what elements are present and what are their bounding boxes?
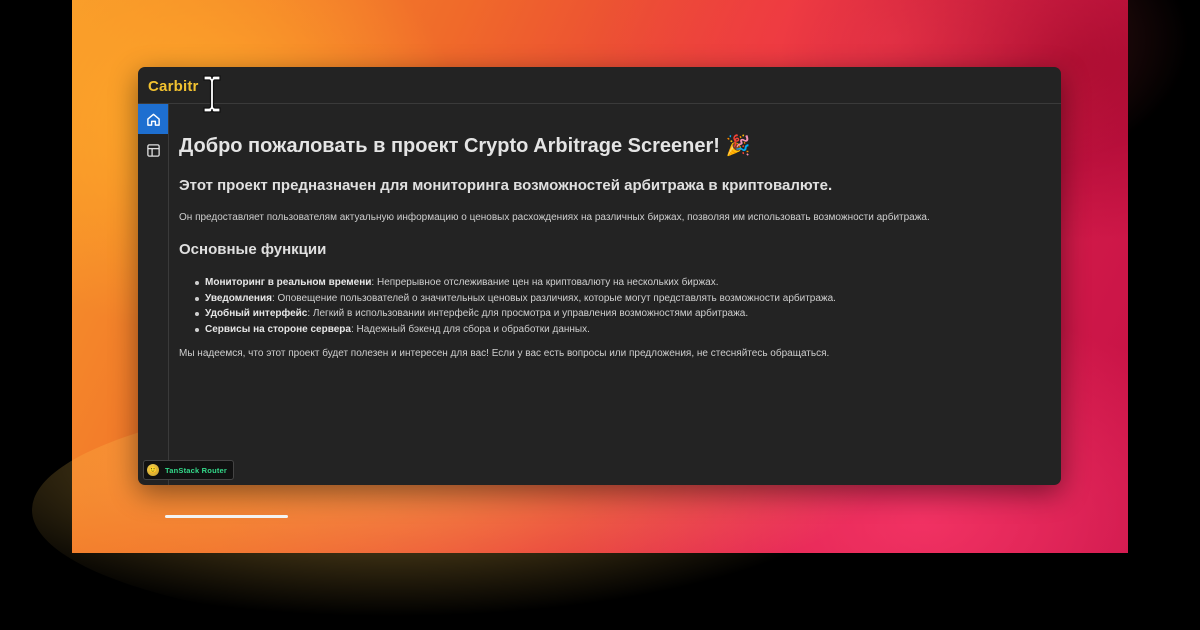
devtools-label: TanStack Router bbox=[165, 465, 228, 475]
page-subtitle: Этот проект предназначен для мониторинга… bbox=[179, 177, 833, 194]
tanstack-router-devtools-button[interactable]: 🙂 TanStack Router bbox=[143, 460, 235, 480]
outro-paragraph: Мы надеемся, что этот проект будет полез… bbox=[179, 348, 830, 359]
feature-name: Мониторинг в реальном времени bbox=[205, 277, 372, 288]
table-icon bbox=[146, 143, 160, 157]
feature-name: Сервисы на стороне сервера bbox=[205, 323, 351, 335]
text-cursor-icon bbox=[203, 75, 221, 113]
sidebar-item-home[interactable] bbox=[138, 104, 168, 134]
tanstack-logo-icon: 🙂 bbox=[147, 464, 159, 476]
home-indicator[interactable] bbox=[165, 515, 288, 518]
list-item: Мониторинг в реальном времени: Непрерывн… bbox=[195, 275, 836, 291]
home-icon bbox=[146, 113, 160, 126]
top-bar: Carbitr bbox=[138, 67, 1061, 113]
feature-desc: : Легкий в использовании интерфейс для п… bbox=[307, 308, 749, 319]
feature-name: Удобный интерфейс bbox=[205, 308, 308, 319]
list-item: Уведомления: Оповещение пользователей о … bbox=[195, 291, 836, 307]
sidebar-item-table[interactable] bbox=[138, 135, 168, 165]
list-item: Удобный интерфейс: Легкий в использовани… bbox=[195, 306, 836, 322]
sidebar bbox=[138, 104, 169, 485]
feature-desc: : Непрерывное отслеживание цен на крипто… bbox=[371, 277, 719, 288]
features-heading: Основные функции bbox=[179, 241, 327, 258]
feature-name: Уведомления bbox=[205, 292, 272, 304]
features-list: Мониторинг в реальном времени: Непрерывн… bbox=[195, 275, 836, 337]
feature-desc: : Оповещение пользователей о значительны… bbox=[271, 292, 836, 304]
page-title: Добро пожаловать в проект Crypto Arbitra… bbox=[179, 135, 751, 157]
intro-paragraph: Он предоставляет пользователям актуальну… bbox=[179, 212, 930, 223]
list-item: Сервисы на стороне сервера: Надежный бэк… bbox=[195, 322, 836, 338]
feature-desc: : Надежный бэкенд для сбора и обработки … bbox=[350, 323, 590, 335]
app-window: Carbitr Добро пожаловать в проект Crypto… bbox=[138, 67, 1061, 485]
brand-logo[interactable]: Carbitr bbox=[148, 78, 199, 95]
